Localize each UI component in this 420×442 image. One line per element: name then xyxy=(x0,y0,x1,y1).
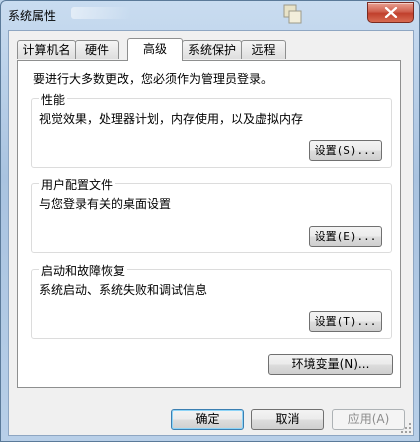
user-profiles-group: 用户配置文件 与您登录有关的桌面设置 设置(E)... xyxy=(31,176,392,253)
startup-recovery-description: 系统启动、系统失败和调试信息 xyxy=(39,283,208,297)
window-title: 系统属性 xyxy=(8,9,57,23)
startup-recovery-group: 启动和故障恢复 系统启动、系统失败和调试信息 设置(T)... xyxy=(31,262,392,339)
user-profiles-settings-button[interactable]: 设置(E)... xyxy=(309,226,382,247)
cancel-button[interactable]: 取消 xyxy=(251,409,324,430)
system-properties-window: 系统属性 计算机名 硬件 高级 系统保护 远程 要进行大多数更改，您必须作为管理… xyxy=(0,0,420,442)
title-glass-reflection xyxy=(71,7,131,19)
user-profiles-description: 与您登录有关的桌面设置 xyxy=(39,197,172,211)
user-profiles-group-title: 用户配置文件 xyxy=(39,176,116,193)
tab-system-protection[interactable]: 系统保护 xyxy=(182,40,242,59)
tab-hardware[interactable]: 硬件 xyxy=(75,40,119,59)
admin-notice: 要进行大多数更改，您必须作为管理员登录。 xyxy=(33,72,274,86)
tab-advanced[interactable]: 高级 xyxy=(127,38,183,61)
performance-group: 性能 视觉效果，处理器计划，内存使用，以及虚拟内存 设置(S)... xyxy=(31,91,392,168)
tab-remote[interactable]: 远程 xyxy=(241,40,286,59)
tab-computer-name[interactable]: 计算机名 xyxy=(17,40,76,59)
dialog-client-area: 计算机名 硬件 高级 系统保护 远程 要进行大多数更改，您必须作为管理员登录。 … xyxy=(8,30,414,436)
overlapping-windows-icon xyxy=(283,4,303,26)
startup-recovery-settings-button[interactable]: 设置(T)... xyxy=(309,311,382,332)
performance-settings-button[interactable]: 设置(S)... xyxy=(309,140,382,161)
close-icon xyxy=(384,7,397,18)
tab-strip: 计算机名 硬件 高级 系统保护 远程 xyxy=(17,38,407,61)
title-bar[interactable]: 系统属性 xyxy=(1,1,419,29)
performance-description: 视觉效果，处理器计划，内存使用，以及虚拟内存 xyxy=(39,112,304,126)
resize-grip-icon[interactable] xyxy=(400,422,412,434)
apply-button[interactable]: 应用(A) xyxy=(332,409,405,430)
startup-recovery-group-title: 启动和故障恢复 xyxy=(39,262,128,279)
advanced-tab-panel: 要进行大多数更改，您必须作为管理员登录。 性能 视觉效果，处理器计划，内存使用，… xyxy=(17,60,401,388)
close-button[interactable] xyxy=(367,2,414,23)
ok-button[interactable]: 确定 xyxy=(171,409,244,430)
environment-variables-button[interactable]: 环境变量(N)... xyxy=(268,354,393,375)
performance-group-title: 性能 xyxy=(39,91,68,108)
